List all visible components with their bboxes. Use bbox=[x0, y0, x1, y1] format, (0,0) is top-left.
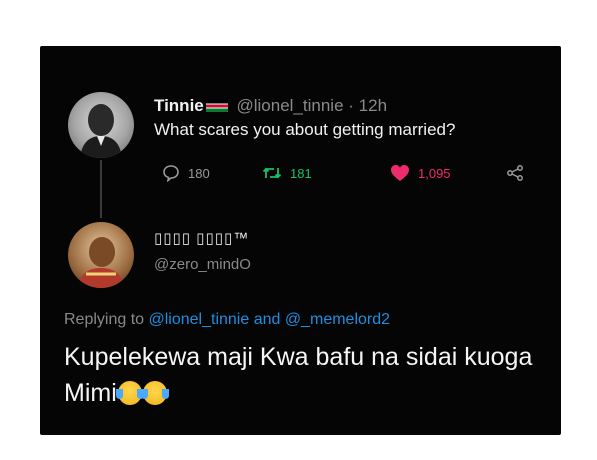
zero-mind-avatar[interactable] bbox=[68, 222, 134, 288]
retweet-count: 181 bbox=[290, 165, 312, 181]
tweet1-text: What scares you about getting married? bbox=[154, 120, 456, 139]
replying-to-link-1[interactable]: @lionel_tinnie bbox=[149, 311, 250, 328]
tweet1-header: Tinnie @lionel_tinnie · 12h bbox=[154, 96, 387, 116]
tinnie-avatar[interactable] bbox=[68, 92, 134, 158]
replying-to-link-2[interactable]: @_memelord2 bbox=[285, 311, 390, 328]
replying-prefix: Replying to bbox=[64, 311, 145, 328]
tears-of-joy-emoji-icon bbox=[140, 381, 169, 405]
tweet1-separator: · bbox=[348, 96, 354, 115]
reply-button[interactable]: 180 bbox=[162, 164, 210, 182]
tears-of-joy-emoji-icon bbox=[115, 381, 144, 405]
retweet-icon bbox=[262, 167, 282, 179]
tweet1-time[interactable]: 12h bbox=[359, 96, 387, 115]
reply-count: 180 bbox=[188, 165, 210, 181]
kenya-flag-icon bbox=[205, 100, 228, 112]
comment-bubble-icon bbox=[163, 165, 179, 182]
tweet1-handle[interactable]: @lionel_tinnie bbox=[236, 96, 343, 115]
retweet-button[interactable]: 181 bbox=[262, 164, 312, 182]
tweet2-text-block: Kupelekewa maji Kwa bafu na sidai kuoga … bbox=[64, 339, 544, 411]
tweet1-display-name[interactable]: Tinnie bbox=[154, 96, 204, 115]
tweet-screenshot-panel: Tinnie @lionel_tinnie · 12h What scares … bbox=[40, 46, 561, 435]
like-count: 1,095 bbox=[418, 165, 451, 181]
replying-to-line: Replying to @lionel_tinnie and @_memelor… bbox=[64, 311, 390, 329]
share-button[interactable] bbox=[506, 164, 524, 182]
tweet2-handle[interactable]: @zero_mindO bbox=[154, 256, 251, 273]
replying-and: and bbox=[253, 311, 281, 328]
share-icon bbox=[507, 165, 523, 181]
tweet2-display-name[interactable]: ▯▯▯▯ ▯▯▯▯™ bbox=[154, 229, 249, 247]
like-button[interactable]: 1,095 bbox=[390, 164, 451, 182]
heart-icon bbox=[391, 165, 409, 181]
thread-connector-line bbox=[100, 160, 102, 218]
